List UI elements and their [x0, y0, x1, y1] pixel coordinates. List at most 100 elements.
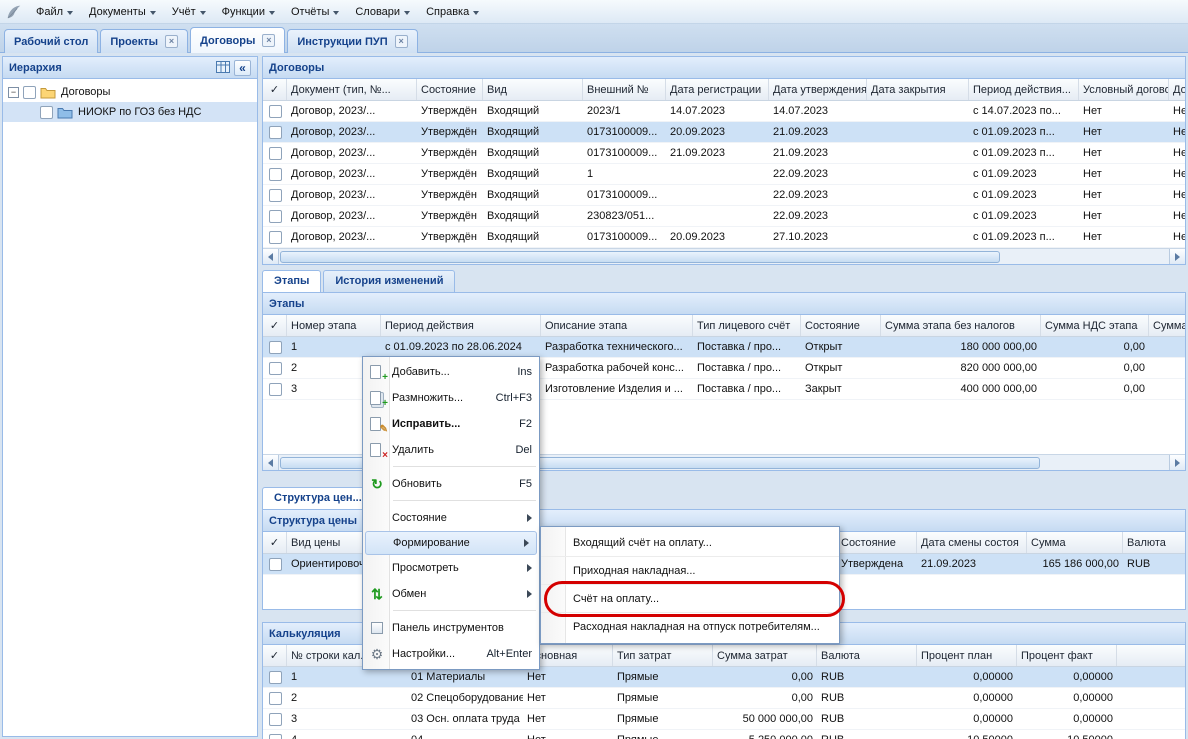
row-checkbox[interactable]: [269, 558, 282, 571]
collapse-panel-button[interactable]: «: [234, 60, 251, 76]
row-checkbox[interactable]: [269, 713, 282, 726]
column-header[interactable]: Валюта: [817, 645, 917, 666]
column-header[interactable]: Сумма НДС этапа: [1041, 315, 1149, 336]
table-row[interactable]: Договор, 2023/...УтверждёнВходящий230823…: [263, 206, 1185, 227]
column-header[interactable]: Условный договор: [1079, 79, 1169, 100]
tab-close-icon[interactable]: ×: [395, 35, 408, 48]
column-header[interactable]: Состояние: [417, 79, 483, 100]
column-header[interactable]: Описание этапа: [541, 315, 693, 336]
column-header[interactable]: Период действия...: [969, 79, 1079, 100]
contracts-hscrollbar[interactable]: [263, 248, 1185, 264]
column-header[interactable]: Тип затрат: [613, 645, 713, 666]
row-checkbox[interactable]: [269, 362, 282, 375]
table-row[interactable]: Договор, 2023/...УтверждёнВходящий017310…: [263, 185, 1185, 206]
row-checkbox[interactable]: [269, 671, 282, 684]
select-all-column-header[interactable]: ✓: [263, 315, 287, 336]
context-menu-item-delete[interactable]: ×УдалитьDel: [363, 437, 539, 463]
column-header[interactable]: Документ (тип, №...: [287, 79, 417, 100]
column-header[interactable]: До...: [1169, 79, 1185, 100]
scroll-right-button[interactable]: [1169, 249, 1185, 264]
tree-node-contracts[interactable]: − Договоры: [3, 82, 257, 102]
table-row[interactable]: Договор, 2023/...УтверждёнВходящий2023/1…: [263, 101, 1185, 122]
context-menu-item-state[interactable]: Состояние: [363, 505, 539, 531]
table-row[interactable]: 303 Осн. оплата трудаНетПрямые50 000 000…: [263, 709, 1185, 730]
column-header[interactable]: Дата утверждения: [769, 79, 867, 100]
menubar-item-6[interactable]: Справка: [418, 1, 487, 23]
select-all-column-header[interactable]: ✓: [263, 645, 287, 666]
tree-node-niokr[interactable]: НИОКР по ГОЗ без НДС: [3, 102, 257, 122]
row-checkbox[interactable]: [269, 734, 282, 739]
row-checkbox[interactable]: [269, 692, 282, 705]
column-header[interactable]: Тип лицевого счёт: [693, 315, 801, 336]
submenu-item-incoming-waybill[interactable]: Приходная накладная...: [541, 557, 839, 585]
column-header[interactable]: Процент план: [917, 645, 1017, 666]
row-checkbox[interactable]: [269, 126, 282, 139]
row-checkbox[interactable]: [269, 168, 282, 181]
grid-settings-icon[interactable]: [216, 61, 230, 74]
context-menu-item-edit[interactable]: ✎Исправить...F2: [363, 411, 539, 437]
context-menu-item-generate[interactable]: Формирование: [365, 531, 537, 555]
subtab-0[interactable]: Этапы: [262, 270, 321, 292]
menubar-item-4[interactable]: Отчёты: [283, 1, 347, 23]
select-all-column-header[interactable]: ✓: [263, 79, 287, 100]
row-checkbox[interactable]: [269, 341, 282, 354]
tab-close-icon[interactable]: ×: [262, 34, 275, 47]
row-checkbox[interactable]: [269, 210, 282, 223]
table-row[interactable]: Договор, 2023/...УтверждёнВходящий017310…: [263, 122, 1185, 143]
submenu-item-outgoing-waybill[interactable]: Расходная накладная на отпуск потребител…: [541, 613, 839, 641]
context-menu-item-refresh[interactable]: ↻ОбновитьF5: [363, 471, 539, 497]
scrollbar-thumb[interactable]: [280, 251, 1000, 263]
column-header[interactable]: Дата смены состоя: [917, 532, 1027, 553]
tree-expander-icon[interactable]: −: [8, 87, 19, 98]
table-row[interactable]: Договор, 2023/...УтверждёнВходящий017310…: [263, 227, 1185, 248]
column-header[interactable]: Номер этапа: [287, 315, 381, 336]
column-header[interactable]: Сумма э...: [1149, 315, 1185, 336]
table-row[interactable]: 1с 01.09.2023 по 28.06.2024Разработка те…: [263, 337, 1185, 358]
table-row[interactable]: 202 СпецоборудованиеНетПрямые0,00RUB0,00…: [263, 688, 1185, 709]
tree-checkbox[interactable]: [23, 86, 36, 99]
table-row[interactable]: Договор, 2023/...УтверждёнВходящий122.09…: [263, 164, 1185, 185]
menubar-item-5[interactable]: Словари: [347, 1, 418, 23]
scroll-left-button[interactable]: [263, 455, 279, 470]
submenu-item-incoming-payment-invoice[interactable]: Входящий счёт на оплату...: [541, 529, 839, 557]
column-header[interactable]: Дата регистрации: [666, 79, 769, 100]
tab-1[interactable]: Проекты×: [100, 29, 188, 53]
context-menu-item-toolbar-panel[interactable]: Панель инструментов: [363, 615, 539, 641]
tree-checkbox[interactable]: [40, 106, 53, 119]
context-menu-item-add[interactable]: +Добавить...Ins: [363, 359, 539, 385]
menubar-item-1[interactable]: Документы: [81, 1, 164, 23]
select-all-column-header[interactable]: ✓: [263, 532, 287, 553]
submenu-item-payment-invoice[interactable]: Счёт на оплату...: [541, 585, 839, 613]
menubar-item-3[interactable]: Функции: [214, 1, 283, 23]
column-header[interactable]: Состояние: [837, 532, 917, 553]
column-header[interactable]: Процент факт: [1017, 645, 1117, 666]
menubar-item-0[interactable]: Файл: [28, 1, 81, 23]
column-header[interactable]: Состояние: [801, 315, 881, 336]
scroll-left-button[interactable]: [263, 249, 279, 264]
column-header[interactable]: Внешний №: [583, 79, 666, 100]
column-header[interactable]: Валюта: [1123, 532, 1185, 553]
column-header[interactable]: Период действия: [381, 315, 541, 336]
table-row[interactable]: 404 ...НетПрямые5 250 000,00RUB10,500001…: [263, 730, 1185, 739]
context-menu-item-view[interactable]: Просмотреть: [363, 555, 539, 581]
tab-close-icon[interactable]: ×: [165, 35, 178, 48]
row-checkbox[interactable]: [269, 147, 282, 160]
column-header[interactable]: Вид: [483, 79, 583, 100]
row-checkbox[interactable]: [269, 189, 282, 202]
tab-0[interactable]: Рабочий стол: [4, 29, 98, 53]
column-header[interactable]: Сумма этапа без налогов: [881, 315, 1041, 336]
column-header[interactable]: Дата закрытия: [867, 79, 969, 100]
scroll-right-button[interactable]: [1169, 455, 1185, 470]
table-row[interactable]: 101 МатериалыНетПрямые0,00RUB0,000000,00…: [263, 667, 1185, 688]
table-row[interactable]: Договор, 2023/...УтверждёнВходящий017310…: [263, 143, 1185, 164]
row-checkbox[interactable]: [269, 383, 282, 396]
context-menu-item-duplicate[interactable]: +Размножить...Ctrl+F3: [363, 385, 539, 411]
column-header[interactable]: Сумма затрат: [713, 645, 817, 666]
row-checkbox[interactable]: [269, 105, 282, 118]
subtab-0[interactable]: Структура цен...: [262, 487, 374, 509]
tab-3[interactable]: Инструкции ПУП×: [287, 29, 417, 53]
context-menu-item-exchange[interactable]: ⇅Обмен: [363, 581, 539, 607]
tab-2[interactable]: Договоры×: [190, 27, 285, 53]
row-checkbox[interactable]: [269, 231, 282, 244]
subtab-1[interactable]: История изменений: [323, 270, 455, 292]
